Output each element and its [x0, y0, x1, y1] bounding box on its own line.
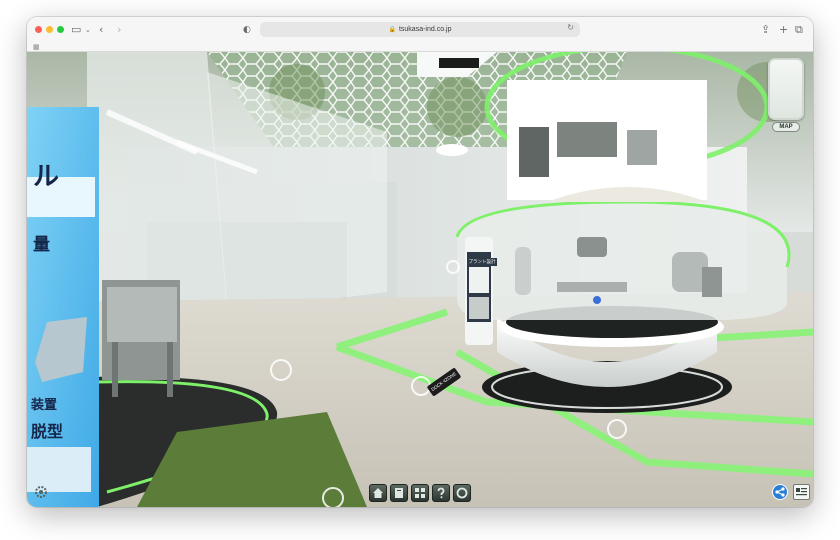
home-icon — [373, 488, 383, 498]
layout-button[interactable] — [411, 484, 429, 502]
book-icon — [395, 488, 403, 498]
left-info-panel: ル 量 装置 脱型 — [27, 52, 103, 507]
privacy-shield-icon[interactable]: ◐ — [243, 23, 251, 37]
virtual-showroom-viewport[interactable]: ル 量 装置 脱型 プラント設計 DOCK 4ZONE MAP — [27, 52, 813, 507]
tab-overview-icon[interactable]: ⧉ — [795, 23, 803, 37]
kiosk-title[interactable]: プラント設計 — [467, 258, 497, 266]
minimize-window-button[interactable] — [46, 26, 53, 33]
maximize-window-button[interactable] — [57, 26, 64, 33]
panel-line-2: 装置 — [31, 398, 58, 413]
url-text: tsukasa-ind.co.jp — [398, 26, 452, 33]
map-button[interactable]: MAP — [772, 122, 800, 132]
help-icon — [437, 487, 445, 499]
back-icon[interactable]: ‹ — [99, 23, 103, 37]
address-bar[interactable]: 🔒 tsukasa-ind.co.jp ↻ — [260, 22, 580, 37]
settings-button[interactable] — [33, 484, 49, 500]
reload-icon[interactable]: ↻ — [567, 23, 574, 32]
catalog-button[interactable] — [390, 484, 408, 502]
lock-icon: 🔒 — [388, 26, 396, 33]
panel-line-1: 量 — [33, 235, 50, 255]
panel-heading-text: ル — [33, 162, 60, 192]
grid-icon — [415, 488, 425, 498]
showroom-nav-bar — [369, 484, 471, 503]
sidebar-toggle-icon[interactable]: ▭ — [71, 23, 81, 37]
home-button[interactable] — [369, 484, 387, 502]
browser-window: ▭ ⌄ ‹ › ◐ 🔒 tsukasa-ind.co.jp ↻ ⇪ + ⧉ ▦ — [27, 17, 813, 507]
close-window-button[interactable] — [35, 26, 42, 33]
forward-icon[interactable]: › — [117, 23, 121, 37]
new-tab-icon[interactable]: + — [779, 23, 788, 37]
contact-button[interactable] — [453, 484, 471, 502]
help-button[interactable] — [432, 484, 450, 502]
favorites-bar: ▦ — [27, 43, 813, 52]
favorites-grid-icon[interactable]: ▦ — [33, 43, 40, 51]
minimap-frame[interactable] — [768, 58, 804, 120]
gear-icon — [35, 486, 47, 498]
panel-line-3: 脱型 — [31, 422, 64, 441]
share-icon[interactable]: ⇪ — [761, 23, 770, 37]
info-panel-button[interactable] — [793, 484, 810, 500]
chevron-down-icon[interactable]: ⌄ — [85, 23, 91, 37]
chat-icon — [456, 487, 468, 499]
share-icon — [775, 487, 785, 497]
minimap-widget[interactable]: MAP — [768, 58, 804, 136]
id-card-icon — [796, 488, 807, 496]
browser-toolbar: ▭ ⌄ ‹ › ◐ 🔒 tsukasa-ind.co.jp ↻ ⇪ + ⧉ — [27, 17, 813, 43]
share-button[interactable] — [772, 484, 788, 500]
showroom-3d-scene — [27, 52, 813, 507]
